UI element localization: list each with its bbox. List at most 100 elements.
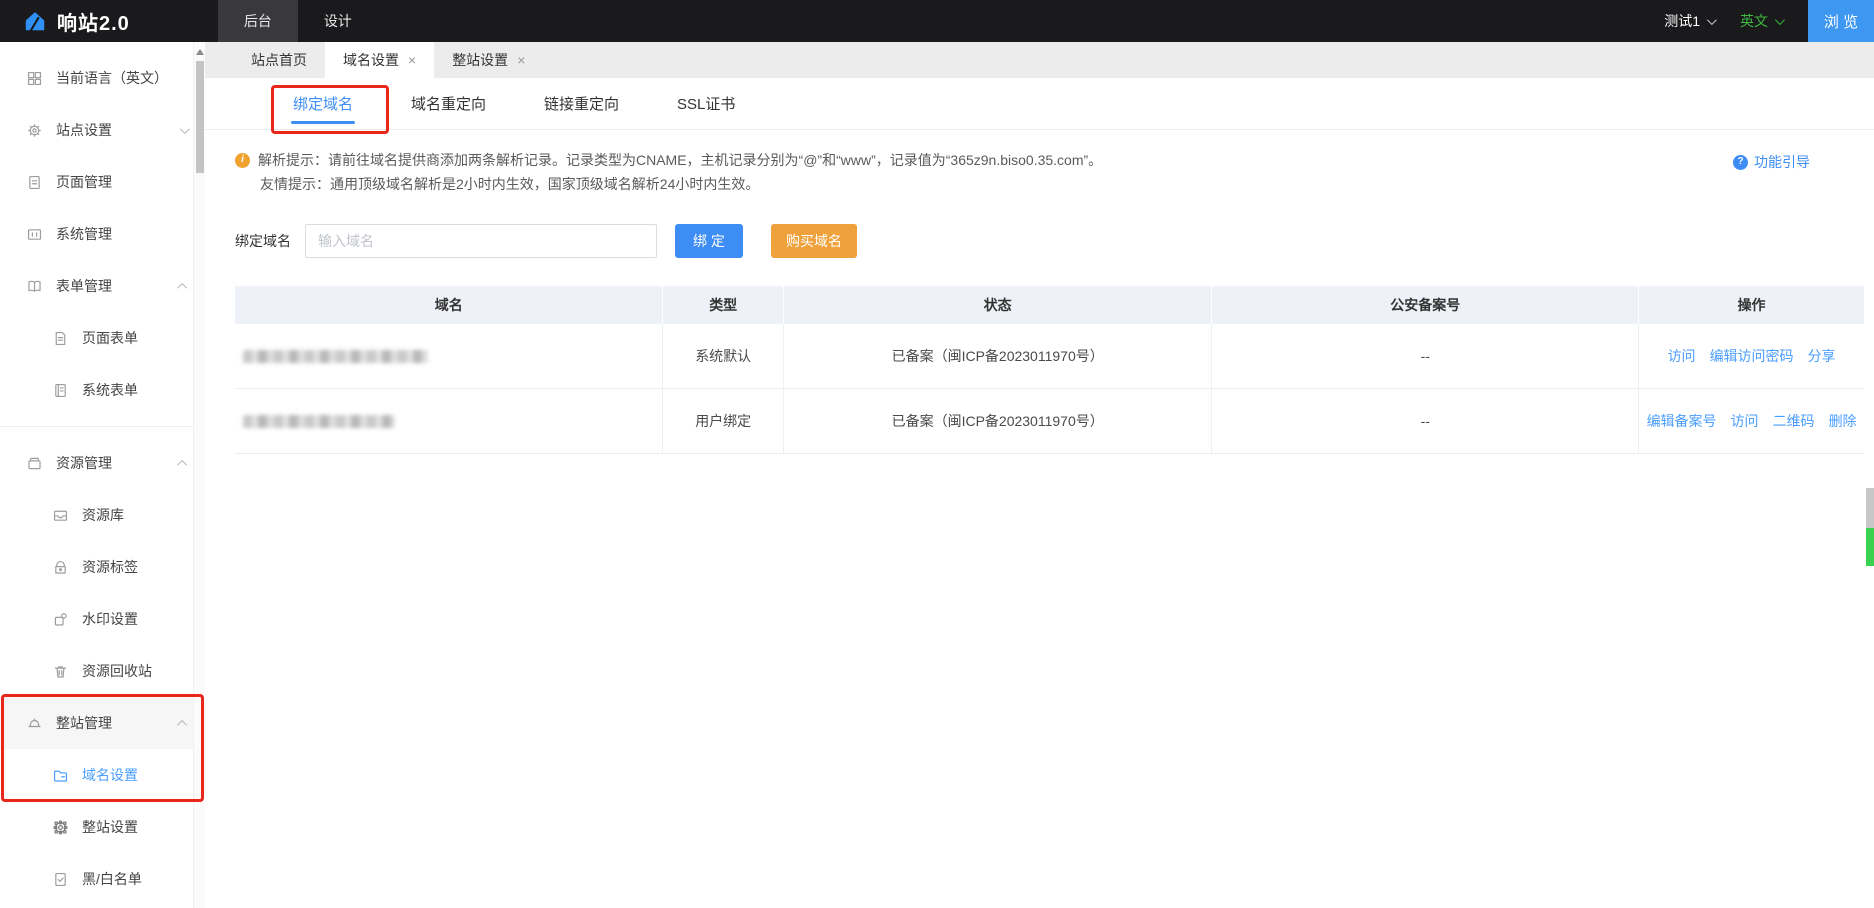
table-row: 系统默认 已备案（闽ICP备2023011970号） -- 访问 编辑访问密码 … (235, 324, 1864, 389)
language-label: 英文 (1740, 11, 1768, 31)
sidebar-item-resource-management[interactable]: 资源管理 (0, 437, 205, 489)
edit-access-password-link[interactable]: 编辑访问密码 (1710, 346, 1794, 366)
sub-tabs: 绑定域名 域名重定向 链接重定向 SSL证书 (205, 78, 1874, 130)
subtab-bind-domain[interactable]: 绑定域名 (279, 78, 367, 130)
status-cell: 已备案（闽ICP备2023011970号） (784, 324, 1212, 388)
notice-block: i 解析提示：请前往域名提供商添加两条解析记录。记录类型为CNAME，主机记录分… (205, 130, 1874, 196)
sidebar-item-resource-recycle-bin[interactable]: 资源回收站 (0, 645, 205, 697)
sidebar-item-label: 页面表单 (82, 328, 138, 348)
sidebar-item-watermark-settings[interactable]: 水印设置 (0, 593, 205, 645)
sidebar-item-whole-site-management[interactable]: 整站管理 (0, 697, 205, 749)
tag-icon (52, 559, 69, 576)
sidebar-item-label: 资源标签 (82, 557, 138, 577)
tab-whole-site-settings[interactable]: 整站设置 × (434, 42, 543, 78)
system-icon (26, 226, 43, 243)
sidebar-item-label: 黑/白名单 (82, 869, 142, 889)
document-icon (26, 174, 43, 191)
status-cell: 已备案（闽ICP备2023011970号） (784, 389, 1212, 453)
chevron-up-icon (177, 719, 187, 729)
sidebar-item-label: 水印设置 (82, 609, 138, 629)
buy-domain-button[interactable]: 购买域名 (771, 224, 857, 258)
header-police-record: 公安备案号 (1212, 286, 1639, 324)
sidebar-scrollbar[interactable] (193, 42, 205, 908)
scrollbar-thumb[interactable] (1866, 488, 1874, 528)
header-status: 状态 (784, 286, 1212, 324)
sidebar-item-label: 表单管理 (56, 276, 112, 296)
user-menu[interactable]: 测试1 (1664, 11, 1714, 31)
sidebar: 当前语言（英文） 站点设置 页面管理 系统管理 表单管理 (0, 42, 205, 908)
grid-icon (26, 70, 43, 87)
scrollbar-green-indicator (1866, 528, 1874, 566)
bind-button[interactable]: 绑 定 (675, 224, 743, 258)
browse-button[interactable]: 浏 览 (1808, 0, 1874, 42)
sidebar-item-resource-library[interactable]: 资源库 (0, 489, 205, 541)
header-domain: 域名 (235, 286, 663, 324)
sidebar-item-label: 整站设置 (82, 817, 138, 837)
chevron-up-icon (177, 282, 187, 292)
edit-record-number-link[interactable]: 编辑备案号 (1647, 411, 1717, 431)
nav-backend[interactable]: 后台 (218, 0, 298, 42)
police-record-cell: -- (1212, 324, 1639, 388)
sidebar-item-page-forms[interactable]: 页面表单 (0, 312, 205, 364)
page-scrollbar[interactable] (1866, 488, 1874, 566)
sidebar-item-form-management[interactable]: 表单管理 (0, 260, 205, 312)
sidebar-menu: 当前语言（英文） 站点设置 页面管理 系统管理 表单管理 (0, 42, 205, 905)
sidebar-item-resource-tags[interactable]: 资源标签 (0, 541, 205, 593)
sidebar-item-label: 域名设置 (82, 765, 138, 785)
user-name: 测试1 (1664, 11, 1700, 31)
sidebar-item-page-management[interactable]: 页面管理 (0, 156, 205, 208)
notice-text: 解析提示：请前往域名提供商添加两条解析记录。记录类型为CNAME，主机记录分别为… (258, 148, 1102, 172)
type-cell: 系统默认 (663, 324, 784, 388)
sidebar-item-label: 当前语言（英文） (56, 68, 168, 88)
content-area: 站点首页 域名设置 × 整站设置 × 绑定域名 域名重定向 链接重定向 SSL证… (205, 42, 1874, 908)
header-actions: 操作 (1639, 286, 1864, 324)
sidebar-item-current-language[interactable]: 当前语言（英文） (0, 52, 205, 104)
sidebar-item-system-forms[interactable]: 系统表单 (0, 364, 205, 416)
scroll-up-arrow-icon[interactable] (196, 49, 204, 55)
info-icon: i (235, 153, 250, 168)
feature-guide-label: 功能引导 (1754, 150, 1810, 174)
language-menu[interactable]: 英文 (1740, 11, 1782, 31)
sidebar-item-label: 资源管理 (56, 453, 112, 473)
actions-cell: 访问 编辑访问密码 分享 (1639, 324, 1864, 388)
tab-site-home[interactable]: 站点首页 (233, 42, 325, 78)
folder-icon (52, 767, 69, 784)
app-logo: 响站2.0 (0, 7, 152, 36)
tab-label: 站点首页 (251, 50, 307, 70)
qr-code-link[interactable]: 二维码 (1773, 411, 1815, 431)
sidebar-item-system-management[interactable]: 系统管理 (0, 208, 205, 260)
tab-label: 整站设置 (452, 50, 508, 70)
tab-domain-settings[interactable]: 域名设置 × (325, 42, 434, 78)
sidebar-item-black-white-list[interactable]: 黑/白名单 (0, 853, 205, 905)
house-logo-icon (22, 8, 48, 34)
table-row: 用户绑定 已备案（闽ICP备2023011970号） -- 编辑备案号 访问 二… (235, 389, 1864, 454)
sidebar-item-whole-site-settings[interactable]: 整站设置 (0, 801, 205, 853)
sidebar-divider (0, 426, 205, 427)
domain-cell (235, 389, 663, 453)
subtab-ssl-certificate[interactable]: SSL证书 (663, 78, 749, 130)
watermark-icon (52, 611, 69, 628)
subtab-domain-redirect[interactable]: 域名重定向 (397, 78, 500, 130)
visit-link[interactable]: 访问 (1668, 346, 1696, 366)
domain-input[interactable] (305, 224, 657, 258)
sidebar-item-label: 资源回收站 (82, 661, 152, 681)
close-icon[interactable]: × (408, 53, 416, 67)
share-link[interactable]: 分享 (1808, 346, 1836, 366)
inbox-icon (52, 507, 69, 524)
app-body: 当前语言（英文） 站点设置 页面管理 系统管理 表单管理 (0, 42, 1874, 908)
chevron-down-icon (1707, 15, 1717, 25)
sidebar-item-domain-settings[interactable]: 域名设置 (0, 749, 205, 801)
visit-link[interactable]: 访问 (1731, 411, 1759, 431)
close-icon[interactable]: × (517, 53, 525, 67)
table-body: 系统默认 已备案（闽ICP备2023011970号） -- 访问 编辑访问密码 … (235, 324, 1864, 454)
subtab-link-redirect[interactable]: 链接重定向 (530, 78, 633, 130)
header-type: 类型 (663, 286, 784, 324)
sidebar-item-site-settings[interactable]: 站点设置 (0, 104, 205, 156)
top-nav: 后台 设计 (218, 0, 378, 42)
bind-domain-form: 绑定域名 绑 定 购买域名 (235, 224, 1874, 258)
police-record-cell: -- (1212, 389, 1639, 453)
nav-design[interactable]: 设计 (298, 0, 378, 42)
delete-link[interactable]: 删除 (1829, 411, 1857, 431)
feature-guide-link[interactable]: ? 功能引导 (1733, 150, 1810, 174)
scrollbar-thumb[interactable] (196, 61, 204, 173)
